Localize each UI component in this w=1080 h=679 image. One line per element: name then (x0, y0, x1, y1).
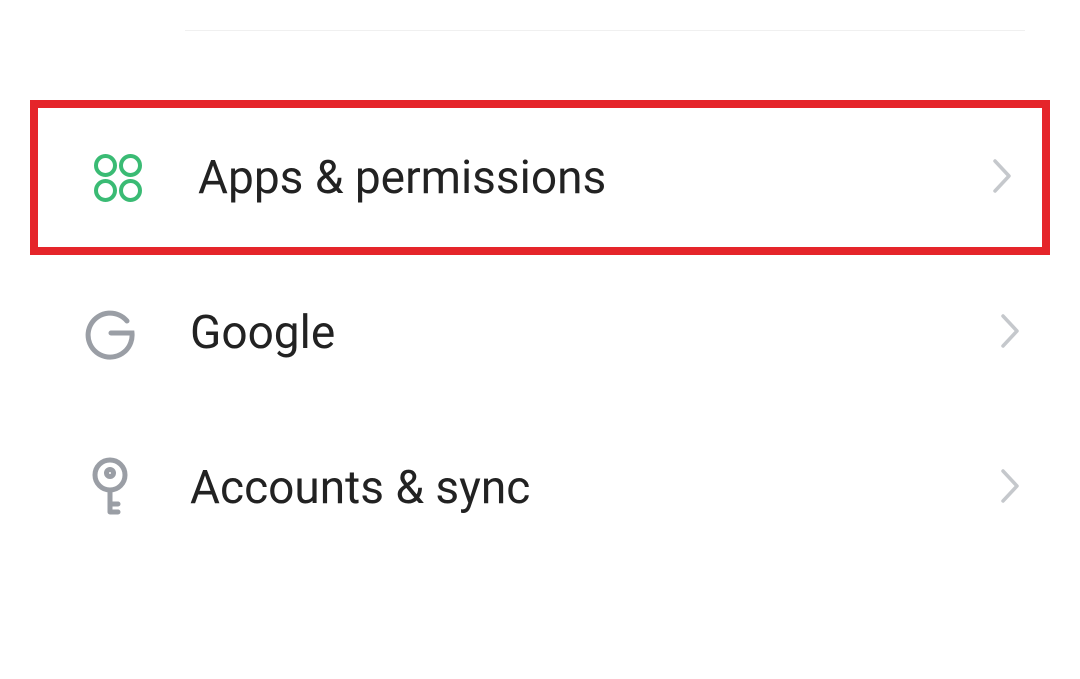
google-icon (80, 303, 140, 363)
settings-item-google[interactable]: Google (30, 255, 1050, 410)
apps-icon (88, 148, 148, 208)
chevron-right-icon (1000, 468, 1020, 508)
chevron-right-icon (1000, 313, 1020, 353)
settings-item-accounts-sync[interactable]: Accounts & sync (30, 410, 1050, 565)
settings-list: Apps & permissions Google (30, 100, 1050, 565)
settings-item-label: Google (190, 306, 1000, 360)
settings-item-apps-permissions[interactable]: Apps & permissions (30, 100, 1050, 255)
key-icon (80, 458, 140, 518)
settings-item-label: Apps & permissions (198, 151, 992, 205)
section-divider (185, 30, 1025, 31)
chevron-right-icon (992, 158, 1012, 198)
settings-item-label: Accounts & sync (190, 461, 1000, 515)
